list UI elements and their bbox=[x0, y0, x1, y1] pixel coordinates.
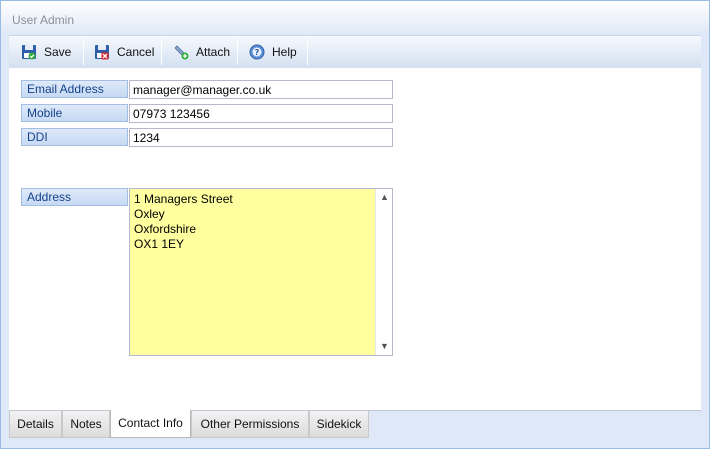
tab-notes[interactable]: Notes bbox=[62, 411, 110, 438]
window-title: User Admin bbox=[12, 13, 75, 27]
help-button[interactable]: ? Help bbox=[249, 36, 297, 68]
cancel-button[interactable]: Cancel bbox=[94, 36, 154, 68]
attach-icon bbox=[174, 45, 189, 60]
address-scrollbar[interactable]: ▲ ▼ bbox=[375, 189, 392, 355]
address-field[interactable]: 1 Managers Street Oxley Oxfordshire OX1 … bbox=[129, 188, 393, 356]
cancel-label: Cancel bbox=[117, 45, 155, 59]
address-line: Oxley bbox=[134, 207, 165, 221]
save-button[interactable]: Save bbox=[21, 36, 71, 68]
address-label: Address bbox=[21, 188, 128, 206]
save-label: Save bbox=[44, 45, 72, 59]
save-icon bbox=[22, 45, 36, 60]
tab-bar: Details Notes Contact Info Other Permiss… bbox=[9, 410, 701, 438]
toolbar-separator bbox=[237, 39, 238, 65]
mobile-field[interactable] bbox=[129, 104, 393, 123]
scroll-down-icon[interactable]: ▼ bbox=[376, 338, 393, 355]
ddi-label: DDI bbox=[21, 128, 128, 146]
toolbar-separator bbox=[161, 39, 162, 65]
tab-other-permissions[interactable]: Other Permissions bbox=[191, 411, 309, 438]
help-label: Help bbox=[272, 45, 297, 59]
title-bar: User Admin bbox=[1, 1, 709, 35]
toolbar: Save Cancel Attach ? Help bbox=[9, 35, 701, 68]
ddi-field[interactable] bbox=[129, 128, 393, 147]
contact-info-panel: Email Address Mobile DDI Address 1 Manag… bbox=[9, 68, 701, 410]
help-icon: ? bbox=[249, 44, 265, 60]
toolbar-separator bbox=[83, 39, 84, 65]
tab-sidekick[interactable]: Sidekick bbox=[309, 411, 369, 438]
email-label: Email Address bbox=[21, 80, 128, 98]
cancel-icon bbox=[95, 45, 109, 60]
attach-button[interactable]: Attach bbox=[173, 36, 230, 68]
attach-label: Attach bbox=[196, 45, 231, 59]
user-admin-window: User Admin Save Cancel Attach ? Help Ema… bbox=[0, 0, 710, 449]
address-text[interactable]: 1 Managers Street Oxley Oxfordshire OX1 … bbox=[130, 189, 376, 355]
tab-contact-info[interactable]: Contact Info bbox=[110, 410, 191, 438]
address-line: OX1 1EY bbox=[134, 237, 185, 251]
scroll-up-icon[interactable]: ▲ bbox=[376, 189, 393, 206]
address-line: Oxfordshire bbox=[134, 222, 197, 236]
mobile-label: Mobile bbox=[21, 104, 128, 122]
toolbar-separator bbox=[307, 39, 308, 65]
svg-text:?: ? bbox=[255, 48, 260, 57]
email-field[interactable] bbox=[129, 80, 393, 99]
address-line: 1 Managers Street bbox=[134, 192, 233, 206]
tab-details[interactable]: Details bbox=[9, 411, 62, 438]
